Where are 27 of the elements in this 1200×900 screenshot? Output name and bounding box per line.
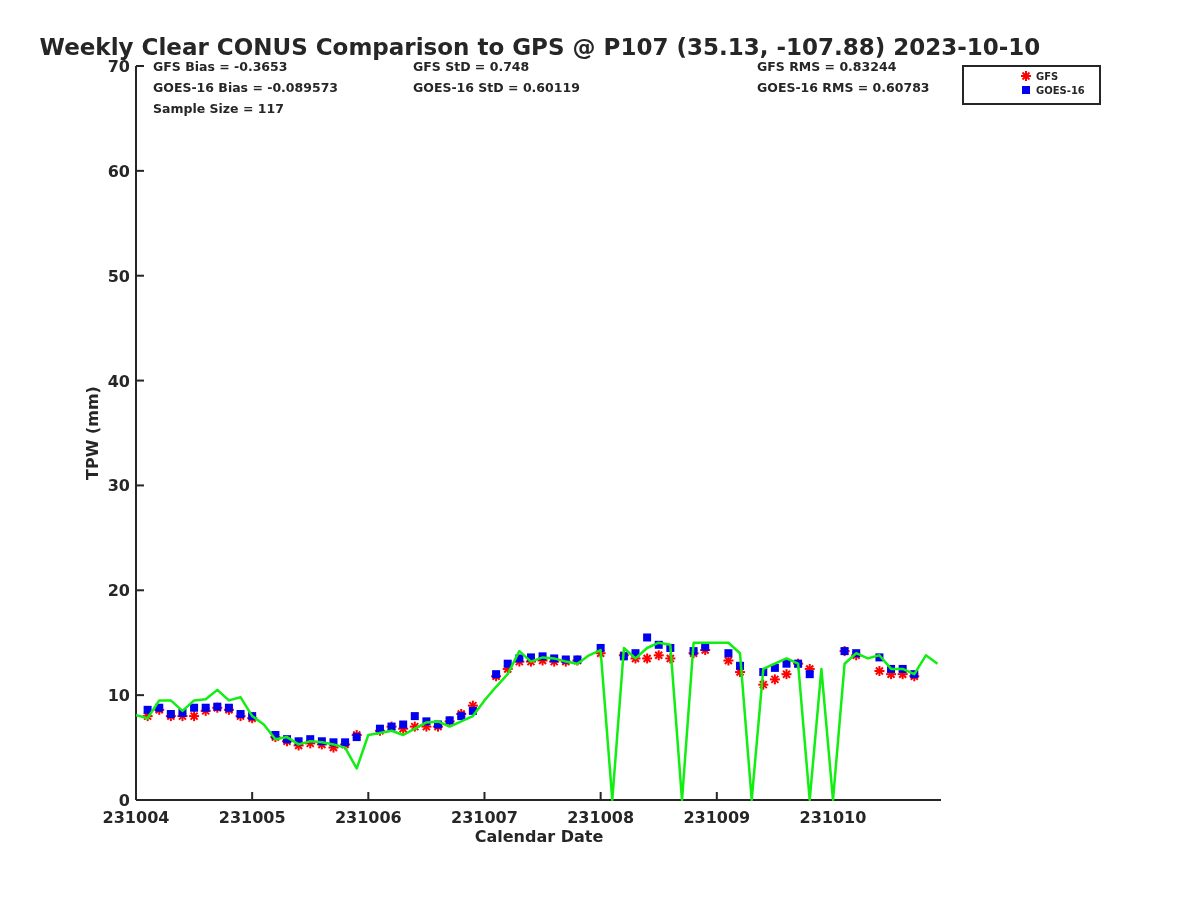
x-tick-label: 231005 xyxy=(218,808,286,827)
legend-label: GFS xyxy=(1036,71,1059,82)
statistic-text: GOES-16 StD = 0.60119 xyxy=(413,80,580,95)
legend-label: GOES-16 xyxy=(1036,85,1085,96)
y-tick-label: 60 xyxy=(107,161,130,181)
data-point xyxy=(643,633,652,642)
y-tick-label: 20 xyxy=(107,581,130,601)
statistic-text: GOES-16 Bias = -0.089573 xyxy=(153,80,339,95)
y-tick-label: 50 xyxy=(107,266,130,286)
x-axis-label: Calendar Date xyxy=(474,827,604,846)
y-tick-label: 10 xyxy=(107,686,130,706)
statistic-text: GFS RMS = 0.83244 xyxy=(757,59,897,74)
statistic-text: GFS Bias = -0.3653 xyxy=(153,59,288,74)
y-tick-label: 0 xyxy=(118,791,130,810)
x-tick-label: 231006 xyxy=(334,808,402,827)
x-tick-label: 231008 xyxy=(567,808,635,827)
x-tick-label: 231009 xyxy=(683,808,751,827)
statistic-text: GOES-16 RMS = 0.60783 xyxy=(757,80,930,95)
x-tick-label: 231010 xyxy=(799,808,867,827)
statistic-text: Sample Size = 117 xyxy=(153,101,284,116)
x-tick-label: 231004 xyxy=(102,808,170,827)
statistic-text: GFS StD = 0.748 xyxy=(413,59,530,74)
y-tick-label: 40 xyxy=(107,371,130,391)
y-axis-label: TPW (mm) xyxy=(83,386,102,480)
x-tick-label: 231007 xyxy=(451,808,518,827)
data-point xyxy=(875,653,884,662)
y-tick-label: 30 xyxy=(107,476,130,496)
